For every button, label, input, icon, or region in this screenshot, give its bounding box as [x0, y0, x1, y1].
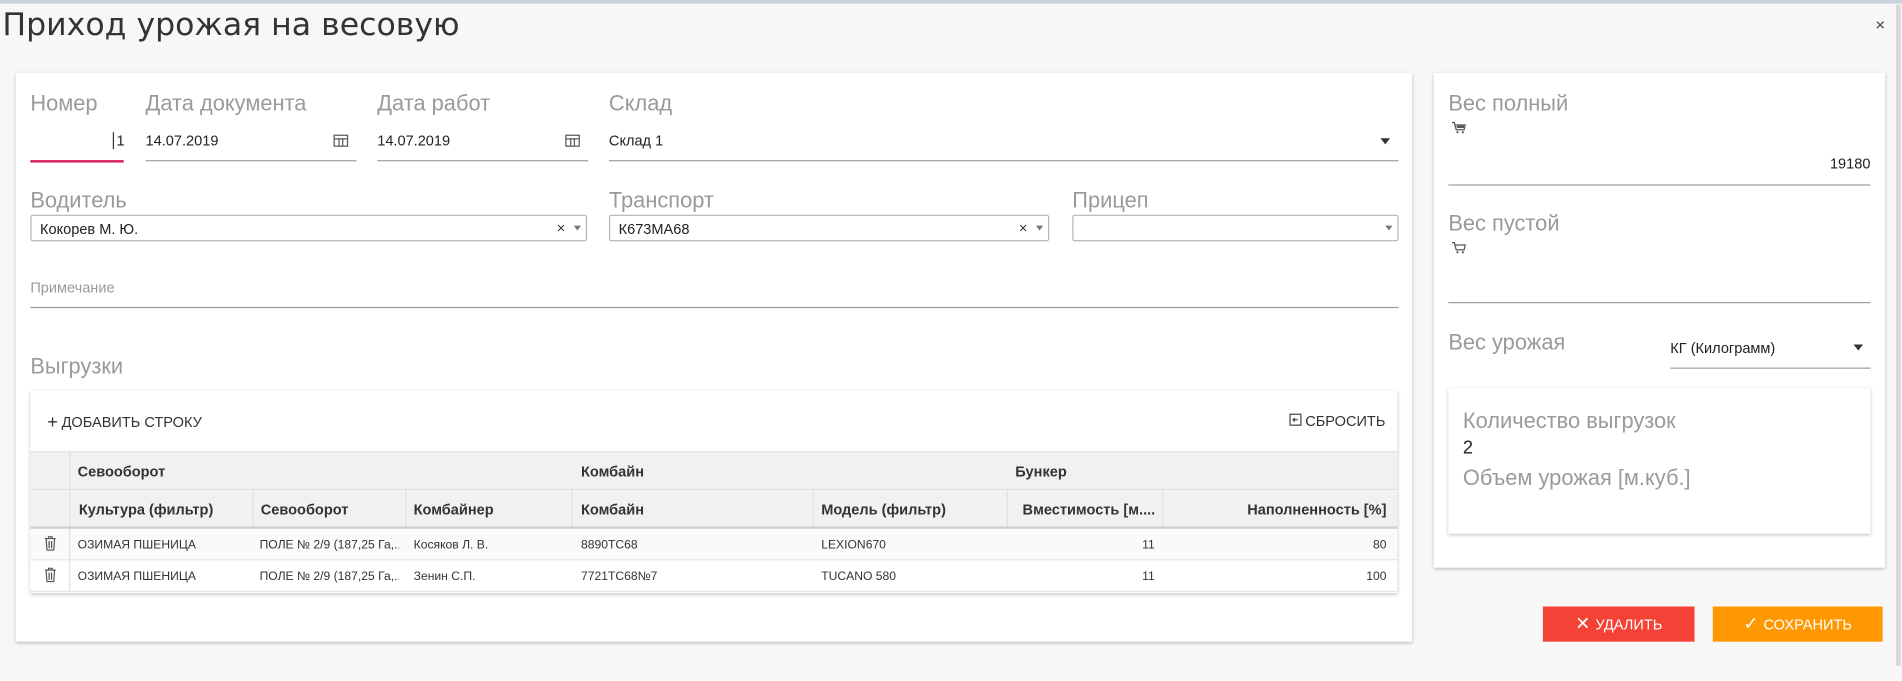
plus-icon: +: [47, 412, 58, 434]
unload-count-label: Количество выгрузок: [1462, 408, 1676, 434]
dropdown-arrow-icon[interactable]: [1853, 344, 1864, 351]
transport-value: К673МА68: [618, 220, 690, 238]
work-date-input[interactable]: 14.07.2019: [377, 132, 450, 149]
weights-card: Вес полный 19180 Вес пустой Вес урожая К…: [1433, 72, 1886, 568]
cell-capacity: 11: [1142, 538, 1155, 552]
add-row-label: ДОБАВИТЬ СТРОКУ: [61, 413, 202, 431]
close-icon[interactable]: ×: [1875, 15, 1885, 34]
unloads-grid: + ДОБАВИТЬ СТРОКУ СБРОСИТЬ Севооборот Ком…: [30, 390, 1398, 594]
trash-icon[interactable]: [44, 536, 56, 551]
close-icon: ✕: [1575, 613, 1591, 635]
calendar-icon[interactable]: [333, 134, 349, 147]
top-border: [0, 0, 1902, 4]
cell-fill: 80: [1372, 538, 1387, 552]
calendar-icon[interactable]: [565, 134, 580, 147]
transport-label: Транспорт: [608, 188, 714, 213]
cart-empty-icon: [1451, 241, 1467, 254]
unload-count-value: 2: [1462, 437, 1473, 459]
trash-icon[interactable]: [44, 567, 56, 583]
transport-combobox[interactable]: К673МА68 ×: [608, 214, 1050, 242]
group-header-row: Севооборот Комбайн Бункер: [30, 451, 1398, 491]
empty-weight-label: Вес пустой: [1448, 211, 1560, 236]
dropdown-arrow-icon[interactable]: [1035, 225, 1044, 231]
trailer-label: Прицеп: [1072, 188, 1149, 213]
check-icon: ✓: [1743, 613, 1759, 635]
reset-button[interactable]: СБРОСИТЬ: [1288, 411, 1385, 429]
driver-combobox[interactable]: Кокорев М. Ю. ×: [30, 214, 588, 242]
doc-date-input[interactable]: 14.07.2019: [146, 132, 219, 149]
save-label: СОХРАНИТЬ: [1763, 616, 1852, 634]
harvest-weight-label: Вес урожая: [1448, 329, 1566, 355]
group-header: Севооборот: [77, 463, 166, 481]
unit-underline: [1670, 367, 1871, 369]
cell-combine: 8890ТС68: [581, 538, 638, 552]
cart-full-icon: [1451, 121, 1467, 134]
warehouse-underline: [608, 160, 1399, 162]
warehouse-select[interactable]: Склад 1: [609, 132, 663, 149]
reset-icon: [1289, 413, 1302, 426]
cell-model: TUCANO 580: [821, 570, 897, 584]
note-input[interactable]: [30, 306, 1399, 309]
group-header: Комбайн: [581, 463, 645, 481]
column-header-rotation[interactable]: Севооборот: [261, 501, 349, 518]
reset-label: СБРОСИТЬ: [1305, 412, 1386, 430]
full-weight-input[interactable]: 19180: [1830, 155, 1870, 172]
cell-operator: Косяков Л. В.: [413, 538, 489, 552]
volume-label: Объем урожая [м.куб.]: [1462, 465, 1691, 491]
column-header-capacity[interactable]: Вместимость [м....: [1023, 501, 1156, 518]
table-row[interactable]: ОЗИМАЯ ПШЕНИЦА ПОЛЕ № 2/9 (187,25 Га,...…: [30, 560, 1398, 592]
work-date-underline: [377, 160, 589, 162]
group-header: Бункер: [1015, 463, 1067, 481]
column-header-operator[interactable]: Комбайнер: [414, 501, 494, 518]
work-date-label: Дата работ: [377, 90, 491, 116]
delete-button[interactable]: ✕ УДАЛИТЬ: [1542, 606, 1695, 642]
cell-culture: ОЗИМАЯ ПШЕНИЦА: [77, 570, 196, 584]
driver-value: Кокорев М. Ю.: [40, 220, 139, 238]
table-row[interactable]: ОЗИМАЯ ПШЕНИЦА ПОЛЕ № 2/9 (187,25 Га,...…: [30, 528, 1398, 561]
warehouse-label: Склад: [608, 90, 673, 116]
clear-icon[interactable]: ×: [557, 220, 566, 237]
full-weight-underline: [1448, 184, 1871, 186]
delete-label: УДАЛИТЬ: [1595, 616, 1663, 634]
cell-combine: 7721ТС68№7: [581, 570, 658, 584]
cell-operator: Зенин С.П.: [413, 570, 476, 584]
dropdown-arrow-icon[interactable]: [1385, 225, 1393, 231]
clear-icon[interactable]: ×: [1019, 220, 1028, 237]
column-header-row: Культура (фильтр) Севооборот Комбайнер К…: [30, 490, 1398, 529]
number-underline: [30, 160, 124, 163]
cell-culture: ОЗИМАЯ ПШЕНИЦА: [77, 538, 196, 552]
doc-date-label: Дата документа: [145, 90, 307, 116]
add-row-button[interactable]: + ДОБАВИТЬ СТРОКУ: [47, 411, 202, 434]
cell-model: LEXION670: [821, 538, 886, 552]
trailer-combobox[interactable]: [1072, 214, 1399, 242]
column-header-culture[interactable]: Культура (фильтр): [79, 501, 213, 518]
note-label: Примечание: [30, 278, 115, 296]
full-weight-label: Вес полный: [1448, 90, 1569, 116]
cell-rotation: ПОЛЕ № 2/9 (187,25 Га,...: [259, 570, 400, 584]
dropdown-arrow-icon[interactable]: [1380, 138, 1391, 145]
number-input[interactable]: 1: [112, 132, 125, 150]
driver-label: Водитель: [30, 188, 127, 213]
grid-toolbar: + ДОБАВИТЬ СТРОКУ СБРОСИТЬ: [30, 391, 1397, 452]
summary-card: Количество выгрузок 2 Объем урожая [м.ку…: [1448, 388, 1871, 534]
doc-date-underline: [145, 160, 357, 162]
column-header-fill[interactable]: Наполненность [%]: [1247, 501, 1386, 518]
unloads-title: Выгрузки: [30, 354, 124, 379]
cell-rotation: ПОЛЕ № 2/9 (187,25 Га,...: [259, 538, 400, 552]
column-header-combine[interactable]: Комбайн: [581, 501, 644, 518]
save-button[interactable]: ✓ СОХРАНИТЬ: [1712, 606, 1883, 642]
unit-select[interactable]: КГ (Килограмм): [1670, 340, 1775, 357]
page-title: Приход урожая на весовую: [2, 7, 460, 44]
dropdown-arrow-icon[interactable]: [573, 225, 582, 231]
cell-fill: 100: [1366, 570, 1387, 584]
page: Приход урожая на весовую × Номер 1 Дата …: [0, 0, 1902, 681]
empty-weight-underline: [1448, 302, 1871, 304]
column-header-model[interactable]: Модель (фильтр): [821, 501, 946, 518]
cell-capacity: 11: [1142, 570, 1155, 584]
number-label: Номер: [30, 90, 98, 116]
scrollbar[interactable]: [1895, 4, 1901, 666]
